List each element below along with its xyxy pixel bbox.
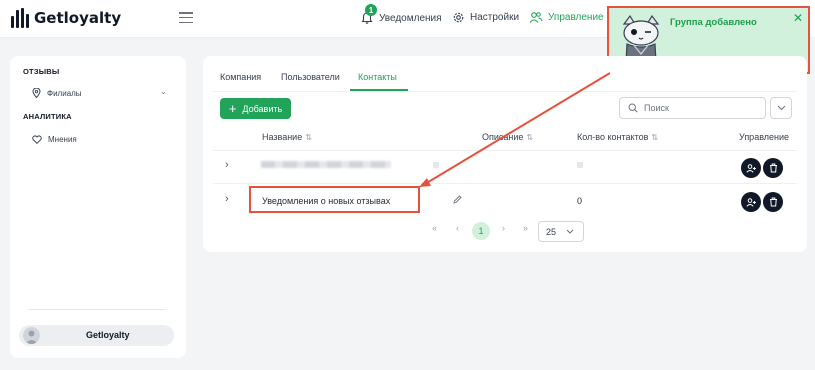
avatar	[23, 327, 40, 344]
user-plus-icon	[746, 163, 756, 173]
table-header-divider	[213, 150, 797, 151]
pagination-next[interactable]: ›	[502, 223, 505, 233]
add-contact-button[interactable]	[741, 158, 761, 178]
sidebar-item-branches-label: Филиалы	[47, 88, 82, 98]
tabs-divider	[213, 91, 797, 92]
pagination-page-current[interactable]: 1	[472, 222, 490, 240]
add-contact-button[interactable]	[741, 192, 761, 212]
bell-icon: 1	[360, 4, 377, 25]
table-cell-contacts-count: 0	[577, 196, 583, 206]
user-profile[interactable]: Getloyalty	[19, 325, 174, 346]
tab-company[interactable]: Компания	[220, 72, 261, 82]
nav-notifications[interactable]: 1 Уведомления	[360, 4, 442, 25]
nav-notifications-label: Уведомления	[379, 12, 442, 24]
logo-text: Getloyalty	[34, 9, 122, 27]
sidebar-item-branches[interactable]: Филиалы	[32, 88, 82, 98]
table-cell-contacts-redacted	[577, 162, 583, 168]
plus-icon: +	[228, 101, 237, 116]
delete-button[interactable]	[763, 158, 783, 178]
table-cell-name-redacted	[261, 161, 391, 168]
logo-icon	[11, 8, 29, 28]
tab-users[interactable]: Пользователи	[281, 72, 340, 82]
column-header-name-label: Название	[262, 132, 303, 142]
expand-row-icon[interactable]: ›	[225, 159, 229, 171]
pagination-first[interactable]: «	[432, 223, 437, 233]
expand-row-icon[interactable]: ›	[225, 193, 229, 205]
column-header-manage: Управление	[739, 132, 790, 142]
column-header-name[interactable]: Название ⇅	[262, 132, 312, 142]
pagination-prev[interactable]: ‹	[456, 223, 459, 233]
user-name: Getloyalty	[86, 330, 130, 340]
sort-icon[interactable]: ⇅	[651, 133, 658, 142]
nav-manage-label: Управление	[548, 12, 604, 23]
add-button[interactable]: + Добавить	[220, 98, 291, 119]
nav-manage[interactable]: Управление	[529, 11, 604, 24]
chevron-down-icon	[566, 229, 574, 234]
search-placeholder: Поиск	[644, 103, 669, 113]
sidebar-item-opinions[interactable]: Мнения	[32, 135, 77, 144]
table-row-divider	[213, 183, 797, 184]
search-input[interactable]: Поиск	[619, 97, 766, 119]
column-header-contacts-label: Кол-во контактов	[577, 132, 649, 142]
logo[interactable]: Getloyalty	[11, 8, 121, 28]
column-header-description-label: Описание	[482, 132, 524, 142]
table-cell-description-redacted	[433, 162, 439, 168]
edit-icon[interactable]	[452, 194, 463, 205]
pagination-last[interactable]: »	[523, 223, 528, 233]
sidebar-divider	[28, 309, 165, 310]
users-icon	[529, 12, 543, 23]
heart-icon	[32, 135, 42, 144]
notification-count-badge: 1	[365, 4, 377, 16]
gear-icon	[453, 12, 464, 23]
column-header-contacts-count[interactable]: Кол-во контактов ⇅	[577, 132, 658, 142]
highlight-box-annotation	[249, 186, 420, 213]
menu-toggle-icon[interactable]	[179, 12, 193, 23]
location-pin-icon	[32, 88, 41, 98]
close-icon[interactable]: ✕	[793, 11, 803, 25]
nav-settings[interactable]: Настройки	[452, 11, 519, 24]
sidebar-section-analytics: АНАЛИТИКА	[23, 112, 72, 121]
trash-icon	[769, 163, 777, 173]
delete-button[interactable]	[763, 192, 783, 212]
sort-icon[interactable]: ⇅	[526, 133, 533, 142]
search-icon	[628, 103, 638, 113]
filter-dropdown-button[interactable]	[770, 97, 792, 119]
tab-contacts[interactable]: Контакты	[358, 72, 397, 82]
contacts-card: Компания Пользователи Контакты + Добавит…	[203, 56, 807, 252]
user-plus-icon	[746, 197, 756, 207]
nav-settings-label: Настройки	[470, 12, 520, 23]
toast-message: Группа добавлено	[670, 17, 757, 28]
chevron-down-icon	[777, 105, 785, 111]
per-page-select[interactable]: 25	[538, 221, 584, 242]
tab-active-indicator	[350, 89, 408, 91]
sidebar-section-reviews: ОТЗЫВЫ	[23, 67, 60, 76]
sidebar-item-opinions-label: Мнения	[48, 135, 77, 144]
add-button-label: Добавить	[242, 103, 283, 114]
per-page-value: 25	[546, 226, 557, 237]
column-header-description[interactable]: Описание ⇅	[482, 132, 533, 142]
chevron-down-icon[interactable]: ⌄	[160, 87, 167, 96]
sidebar: ОТЗЫВЫ Филиалы ⌄ АНАЛИТИКА Мнения	[10, 56, 186, 358]
trash-icon	[769, 197, 777, 207]
sort-icon[interactable]: ⇅	[305, 133, 312, 142]
